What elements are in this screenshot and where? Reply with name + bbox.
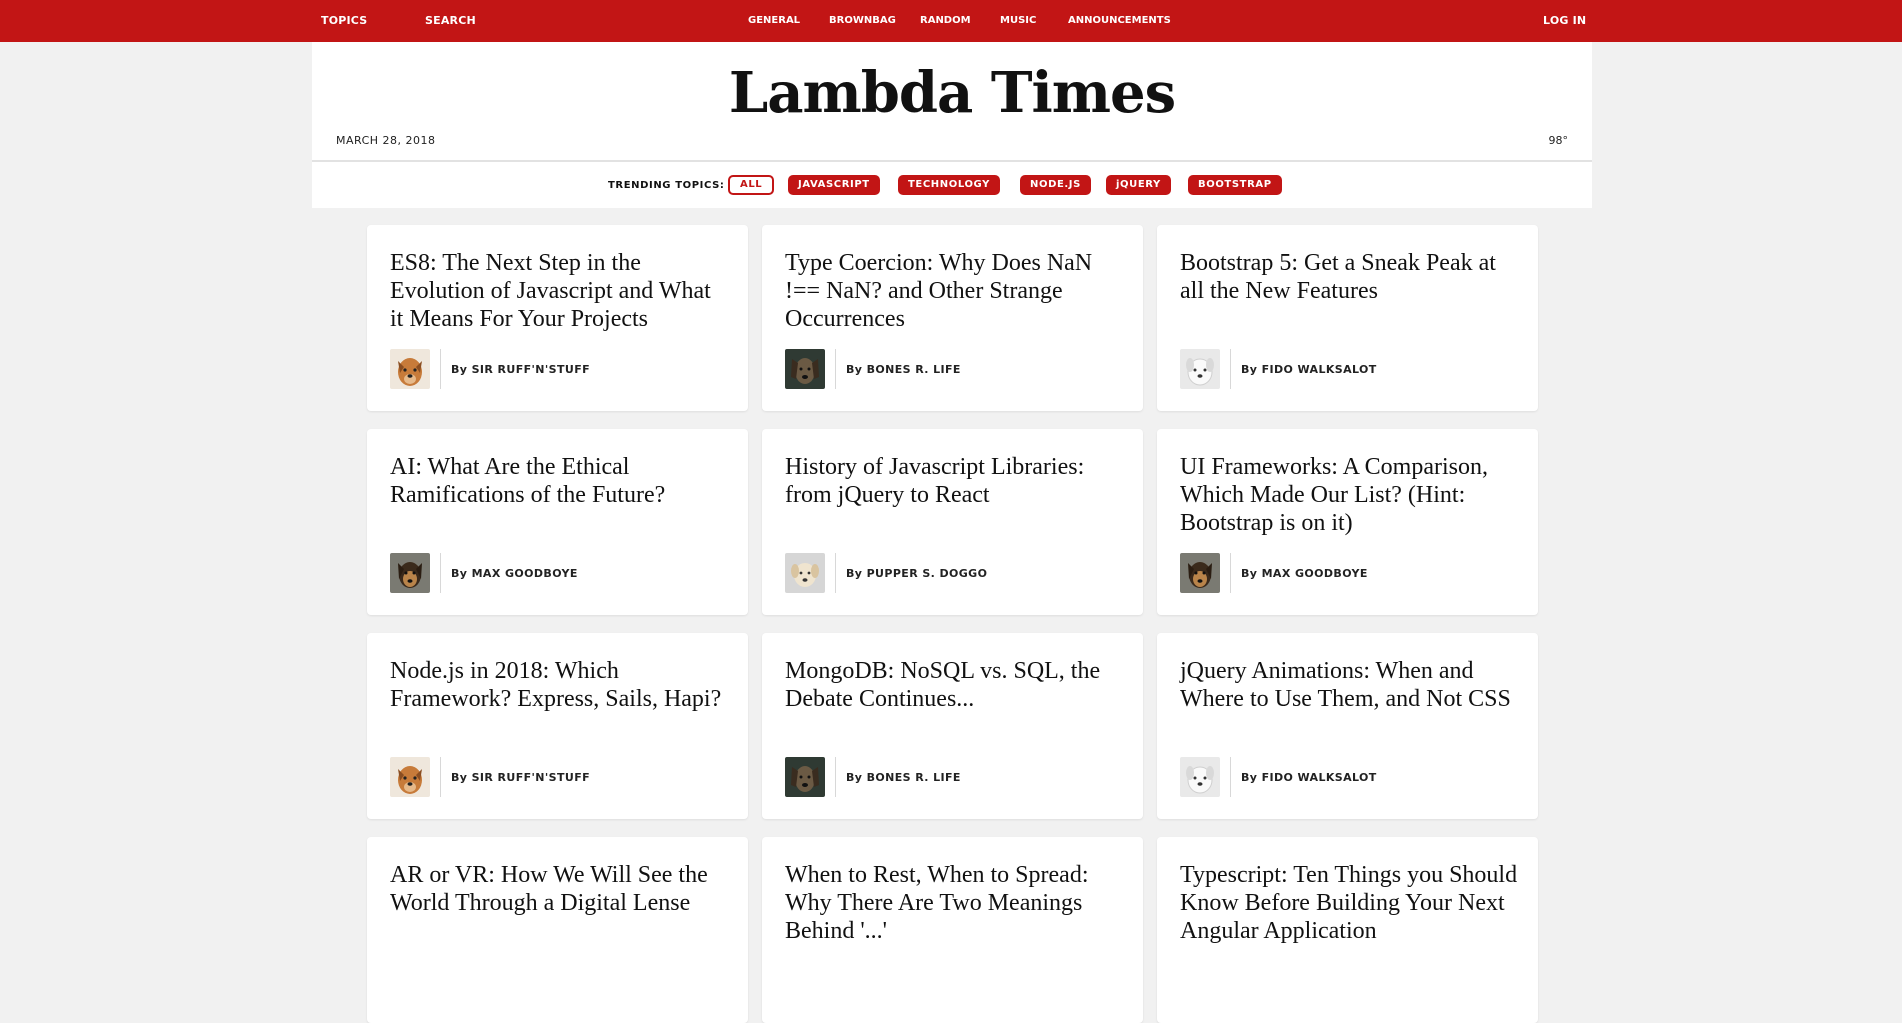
nav-music[interactable]: MUSIC xyxy=(1000,15,1036,26)
author-byline[interactable]: By MAX GOODBOYE xyxy=(1241,567,1368,580)
trending-topics-bar: TRENDING TOPICS: ALL JAVASCRIPT TECHNOLO… xyxy=(312,162,1592,208)
article-title: AR or VR: How We Will See the World Thro… xyxy=(390,862,708,916)
article-card[interactable]: Typescript: Ten Things you Should Know B… xyxy=(1157,837,1538,1023)
article-card[interactable]: Node.js in 2018: Which Framework? Expres… xyxy=(367,633,748,819)
author-divider xyxy=(835,757,836,797)
header-date: MARCH 28, 2018 xyxy=(336,134,436,147)
masthead: Lambda Times MARCH 28, 2018 98° xyxy=(312,42,1592,162)
author-byline[interactable]: By PUPPER S. DOGGO xyxy=(846,567,987,580)
author-avatar xyxy=(1180,757,1220,797)
author-avatar xyxy=(390,553,430,593)
article-card[interactable]: History of Javascript Libraries: from jQ… xyxy=(762,429,1143,615)
author-byline[interactable]: By BONES R. LIFE xyxy=(846,363,961,376)
author-byline[interactable]: By SIR RUFF'N'STUFF xyxy=(451,363,590,376)
tab-nodejs[interactable]: NODE.JS xyxy=(1020,175,1091,195)
article-title: ES8: The Next Step in the Evolution of J… xyxy=(390,250,711,332)
article-card[interactable]: ES8: The Next Step in the Evolution of J… xyxy=(367,225,748,411)
article-card[interactable]: jQuery Animations: When and Where to Use… xyxy=(1157,633,1538,819)
article-title: Bootstrap 5: Get a Sneak Peak at all the… xyxy=(1180,250,1496,304)
article-title: MongoDB: NoSQL vs. SQL, the Debate Conti… xyxy=(785,658,1101,712)
trending-label: TRENDING TOPICS: xyxy=(608,180,725,191)
article-card[interactable]: MongoDB: NoSQL vs. SQL, the Debate Conti… xyxy=(762,633,1143,819)
article-card[interactable]: UI Frameworks: A Comparison, Which Made … xyxy=(1157,429,1538,615)
top-bar: TOPICS SEARCH GENERAL BROWNBAG RANDOM MU… xyxy=(0,0,1902,42)
author-divider xyxy=(440,349,441,389)
login-link[interactable]: LOG IN xyxy=(1543,14,1586,27)
tab-javascript[interactable]: JAVASCRIPT xyxy=(788,175,880,195)
topics-link[interactable]: TOPICS xyxy=(321,14,367,27)
author-byline[interactable]: By FIDO WALKSALOT xyxy=(1241,771,1377,784)
search-link[interactable]: SEARCH xyxy=(425,14,476,27)
nav-brownbag[interactable]: BROWNBAG xyxy=(829,15,896,26)
nav-announcements[interactable]: ANNOUNCEMENTS xyxy=(1068,15,1171,26)
author-byline[interactable]: By SIR RUFF'N'STUFF xyxy=(451,771,590,784)
author-divider xyxy=(835,553,836,593)
article-card[interactable]: When to Rest, When to Spread: Why There … xyxy=(762,837,1143,1023)
article-title: History of Javascript Libraries: from jQ… xyxy=(785,454,1085,508)
author-avatar xyxy=(390,349,430,389)
author-avatar xyxy=(1180,553,1220,593)
article-card[interactable]: AI: What Are the Ethical Ramifications o… xyxy=(367,429,748,615)
tab-bootstrap[interactable]: BOOTSTRAP xyxy=(1188,175,1282,195)
author-divider xyxy=(440,553,441,593)
article-card[interactable]: Bootstrap 5: Get a Sneak Peak at all the… xyxy=(1157,225,1538,411)
tab-all[interactable]: ALL xyxy=(728,175,775,195)
article-title: AI: What Are the Ethical Ramifications o… xyxy=(390,454,666,508)
article-title: Typescript: Ten Things you Should Know B… xyxy=(1180,862,1518,944)
author-divider xyxy=(1230,757,1231,797)
author-avatar xyxy=(390,757,430,797)
author-byline[interactable]: By FIDO WALKSALOT xyxy=(1241,363,1377,376)
author-avatar xyxy=(1180,349,1220,389)
article-title: UI Frameworks: A Comparison, Which Made … xyxy=(1180,454,1488,536)
author-avatar xyxy=(785,349,825,389)
author-divider xyxy=(1230,349,1231,389)
site-title: Lambda Times xyxy=(728,60,1176,126)
article-title: jQuery Animations: When and Where to Use… xyxy=(1180,658,1511,712)
article-card[interactable]: AR or VR: How We Will See the World Thro… xyxy=(367,837,748,1023)
article-title: Node.js in 2018: Which Framework? Expres… xyxy=(390,658,722,712)
nav-general[interactable]: GENERAL xyxy=(748,15,800,26)
header-temperature: 98° xyxy=(1548,134,1569,147)
author-divider xyxy=(1230,553,1231,593)
author-avatar xyxy=(785,553,825,593)
tab-technology[interactable]: TECHNOLOGY xyxy=(898,175,1000,195)
nav-random[interactable]: RANDOM xyxy=(920,15,971,26)
tab-jquery[interactable]: jQUERY xyxy=(1106,175,1171,195)
article-title: When to Rest, When to Spread: Why There … xyxy=(785,862,1089,944)
author-byline[interactable]: By BONES R. LIFE xyxy=(846,771,961,784)
article-title: Type Coercion: Why Does NaN !== NaN? and… xyxy=(785,250,1093,332)
author-byline[interactable]: By MAX GOODBOYE xyxy=(451,567,578,580)
author-divider xyxy=(440,757,441,797)
author-divider xyxy=(835,349,836,389)
author-avatar xyxy=(785,757,825,797)
article-card[interactable]: Type Coercion: Why Does NaN !== NaN? and… xyxy=(762,225,1143,411)
